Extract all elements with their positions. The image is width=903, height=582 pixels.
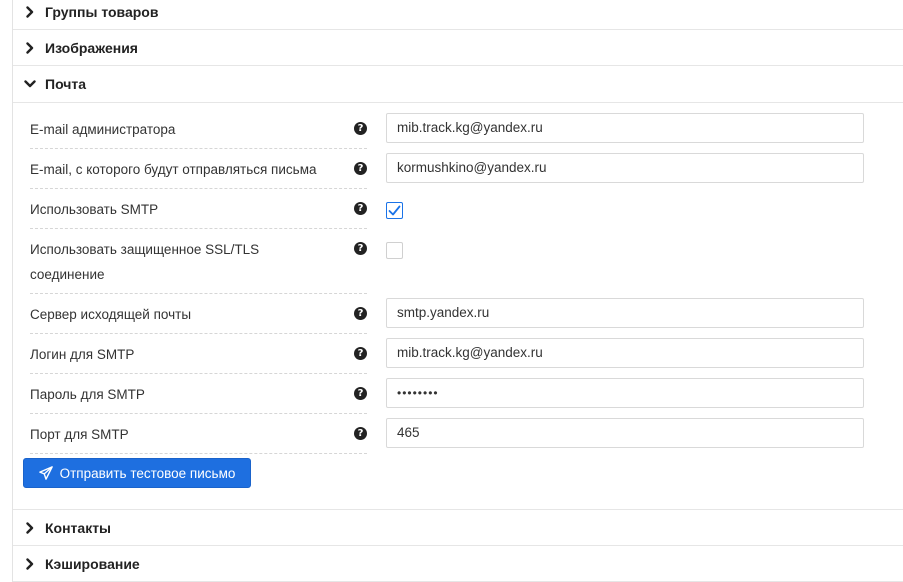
section-header-product-groups[interactable]: Группы товаров [13,0,903,30]
smtp-port-label: Порт для SMTP [30,416,367,454]
send-test-email-label: Отправить тестовое письмо [59,465,236,481]
admin-email-input[interactable]: mib.track.kg@yandex.ru [386,113,864,143]
question-circle-icon[interactable]: ? [354,307,367,320]
smtp-port-input[interactable]: 465 [386,418,864,448]
send-test-email-button[interactable]: Отправить тестовое письмо [23,458,251,488]
settings-panel: Группы товаров Изображения Почта E-mail … [12,0,903,582]
smtp-server-label: Сервер исходящей почты [30,296,367,334]
mail-settings-body: E-mail администратора ? mib.track.kg@yan… [13,103,903,510]
from-email-label: E-mail, с которого будут отправляться пи… [30,151,367,189]
from-email-input[interactable]: kormushkino@yandex.ru [386,153,864,183]
question-circle-icon[interactable]: ? [354,202,367,215]
smtp-password-label: Пароль для SMTP [30,376,367,414]
checkmark-icon [388,205,401,216]
smtp-server-input[interactable]: smtp.yandex.ru [386,298,864,328]
admin-email-label: E-mail администратора [30,111,367,149]
section-title: Почта [45,76,87,92]
section-header-contacts[interactable]: Контакты [13,510,903,546]
question-circle-icon[interactable]: ? [354,427,367,440]
section-title: Изображения [45,39,138,56]
section-header-caching[interactable]: Кэширование [13,546,903,582]
use-smtp-checkbox[interactable] [386,202,403,219]
use-ssl-label: Использовать защищенное SSL/TLS соединен… [30,231,367,294]
chevron-right-icon [23,521,37,535]
question-circle-icon[interactable]: ? [354,242,367,255]
smtp-password-input[interactable]: •••••••• [386,378,864,408]
section-header-mail[interactable]: Почта [13,66,903,103]
question-circle-icon[interactable]: ? [354,387,367,400]
chevron-right-icon [23,5,37,19]
question-circle-icon[interactable]: ? [354,347,367,360]
section-title: Группы товаров [45,3,159,20]
paper-plane-icon [38,466,53,480]
use-smtp-label: Использовать SMTP [30,191,367,229]
question-circle-icon[interactable]: ? [354,162,367,175]
chevron-down-icon [23,77,37,91]
section-header-images[interactable]: Изображения [13,30,903,66]
smtp-login-input[interactable]: mib.track.kg@yandex.ru [386,338,864,368]
use-ssl-checkbox[interactable] [386,242,403,259]
chevron-right-icon [23,557,37,571]
smtp-login-label: Логин для SMTP [30,336,367,374]
chevron-right-icon [23,41,37,55]
section-title: Кэширование [45,555,140,572]
question-circle-icon[interactable]: ? [354,122,367,135]
section-title: Контакты [45,519,112,536]
